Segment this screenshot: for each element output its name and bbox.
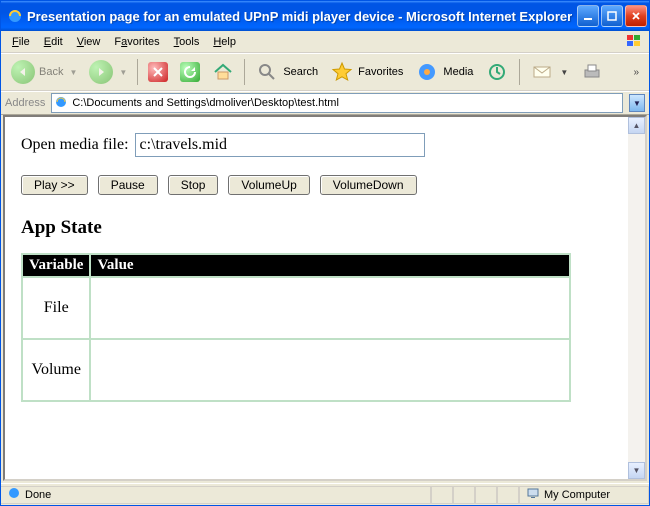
status-bar: Done My Computer	[1, 483, 649, 505]
open-media-label: Open media file:	[21, 136, 129, 154]
menubar: File Edit View Favorites Tools Help	[1, 31, 649, 53]
chevron-right-icon: »	[633, 67, 639, 78]
media-icon	[415, 60, 439, 84]
status-slot	[453, 486, 475, 504]
table-row: Volume	[22, 339, 570, 401]
back-button[interactable]: Back ▼	[7, 58, 81, 86]
menu-tools[interactable]: Tools	[167, 34, 207, 50]
computer-icon	[526, 486, 540, 503]
window-title: Presentation page for an emulated UPnP m…	[27, 9, 577, 24]
print-icon	[580, 60, 604, 84]
scroll-down-icon[interactable]: ▼	[628, 462, 645, 479]
volume-down-button[interactable]: VolumeDown	[320, 175, 417, 195]
mail-icon	[530, 60, 554, 84]
ie-logo-icon	[7, 8, 23, 24]
stop-nav-button[interactable]	[144, 60, 172, 84]
table-row: File	[22, 277, 570, 339]
refresh-button[interactable]	[176, 60, 204, 84]
stop-icon	[148, 62, 168, 82]
search-icon	[255, 60, 279, 84]
content-area: Open media file: Play >> Pause Stop Volu…	[3, 115, 647, 481]
print-button[interactable]	[576, 58, 608, 86]
refresh-icon	[180, 62, 200, 82]
status-slot	[431, 486, 453, 504]
page-body: Open media file: Play >> Pause Stop Volu…	[5, 117, 628, 479]
history-button[interactable]	[481, 58, 513, 86]
toolbar-separator	[244, 59, 245, 85]
forward-button[interactable]: ▼	[85, 58, 131, 86]
security-zone: My Computer	[544, 489, 610, 501]
var-cell: File	[22, 277, 90, 339]
favorites-label: Favorites	[358, 66, 403, 78]
toolbar-overflow[interactable]: »	[627, 65, 643, 80]
media-label: Media	[443, 66, 473, 78]
chevron-down-icon: ▼	[119, 68, 127, 77]
status-slot	[497, 486, 519, 504]
scroll-up-icon[interactable]: ▲	[628, 117, 645, 134]
value-cell	[90, 277, 570, 339]
volume-up-button[interactable]: VolumeUp	[228, 175, 309, 195]
page-icon	[54, 95, 68, 112]
forward-arrow-icon	[89, 60, 113, 84]
value-cell	[90, 339, 570, 401]
play-button[interactable]: Play >>	[21, 175, 88, 195]
menu-help[interactable]: Help	[206, 34, 243, 50]
status-slot	[475, 486, 497, 504]
state-table: Variable Value File Volume	[21, 253, 571, 402]
var-cell: Volume	[22, 339, 90, 401]
pause-button[interactable]: Pause	[98, 175, 158, 195]
address-dropdown[interactable]: ▼	[629, 94, 645, 112]
chevron-down-icon: ▼	[560, 68, 568, 77]
menu-favorites[interactable]: Favorites	[107, 34, 166, 50]
address-label: Address	[5, 97, 45, 109]
home-icon	[212, 61, 234, 83]
close-button[interactable]	[625, 5, 647, 27]
mail-button[interactable]: ▼	[526, 58, 572, 86]
app-state-heading: App State	[21, 217, 612, 239]
toolbar-separator	[519, 59, 520, 85]
col-value: Value	[90, 254, 570, 277]
maximize-button[interactable]	[601, 5, 623, 27]
status-text: Done	[25, 489, 51, 501]
media-file-input[interactable]	[135, 133, 425, 157]
stop-button[interactable]: Stop	[168, 175, 219, 195]
address-bar: Address C:\Documents and Settings\dmoliv…	[1, 91, 649, 115]
page-icon	[7, 486, 21, 503]
menu-file[interactable]: File	[5, 34, 37, 50]
vertical-scrollbar[interactable]: ▲ ▼	[628, 117, 645, 479]
address-value: C:\Documents and Settings\dmoliver\Deskt…	[72, 97, 339, 109]
minimize-button[interactable]	[577, 5, 599, 27]
home-button[interactable]	[208, 59, 238, 85]
back-label: Back	[39, 66, 63, 78]
star-icon	[330, 60, 354, 84]
menu-edit[interactable]: Edit	[37, 34, 70, 50]
media-button[interactable]: Media	[411, 58, 477, 86]
col-variable: Variable	[22, 254, 90, 277]
ie-window: Presentation page for an emulated UPnP m…	[0, 0, 650, 506]
address-field[interactable]: C:\Documents and Settings\dmoliver\Deskt…	[51, 93, 623, 113]
table-header-row: Variable Value	[22, 254, 570, 277]
titlebar[interactable]: Presentation page for an emulated UPnP m…	[1, 1, 649, 31]
navigation-toolbar: Back ▼ ▼	[1, 53, 649, 91]
history-icon	[485, 60, 509, 84]
search-label: Search	[283, 66, 318, 78]
search-button[interactable]: Search	[251, 58, 322, 86]
toolbar-separator	[137, 59, 138, 85]
scroll-track[interactable]	[628, 134, 645, 462]
back-arrow-icon	[11, 60, 35, 84]
chevron-down-icon: ▼	[69, 68, 77, 77]
menu-view[interactable]: View	[70, 34, 108, 50]
favorites-button[interactable]: Favorites	[326, 58, 407, 86]
windows-flag-icon	[625, 33, 645, 51]
